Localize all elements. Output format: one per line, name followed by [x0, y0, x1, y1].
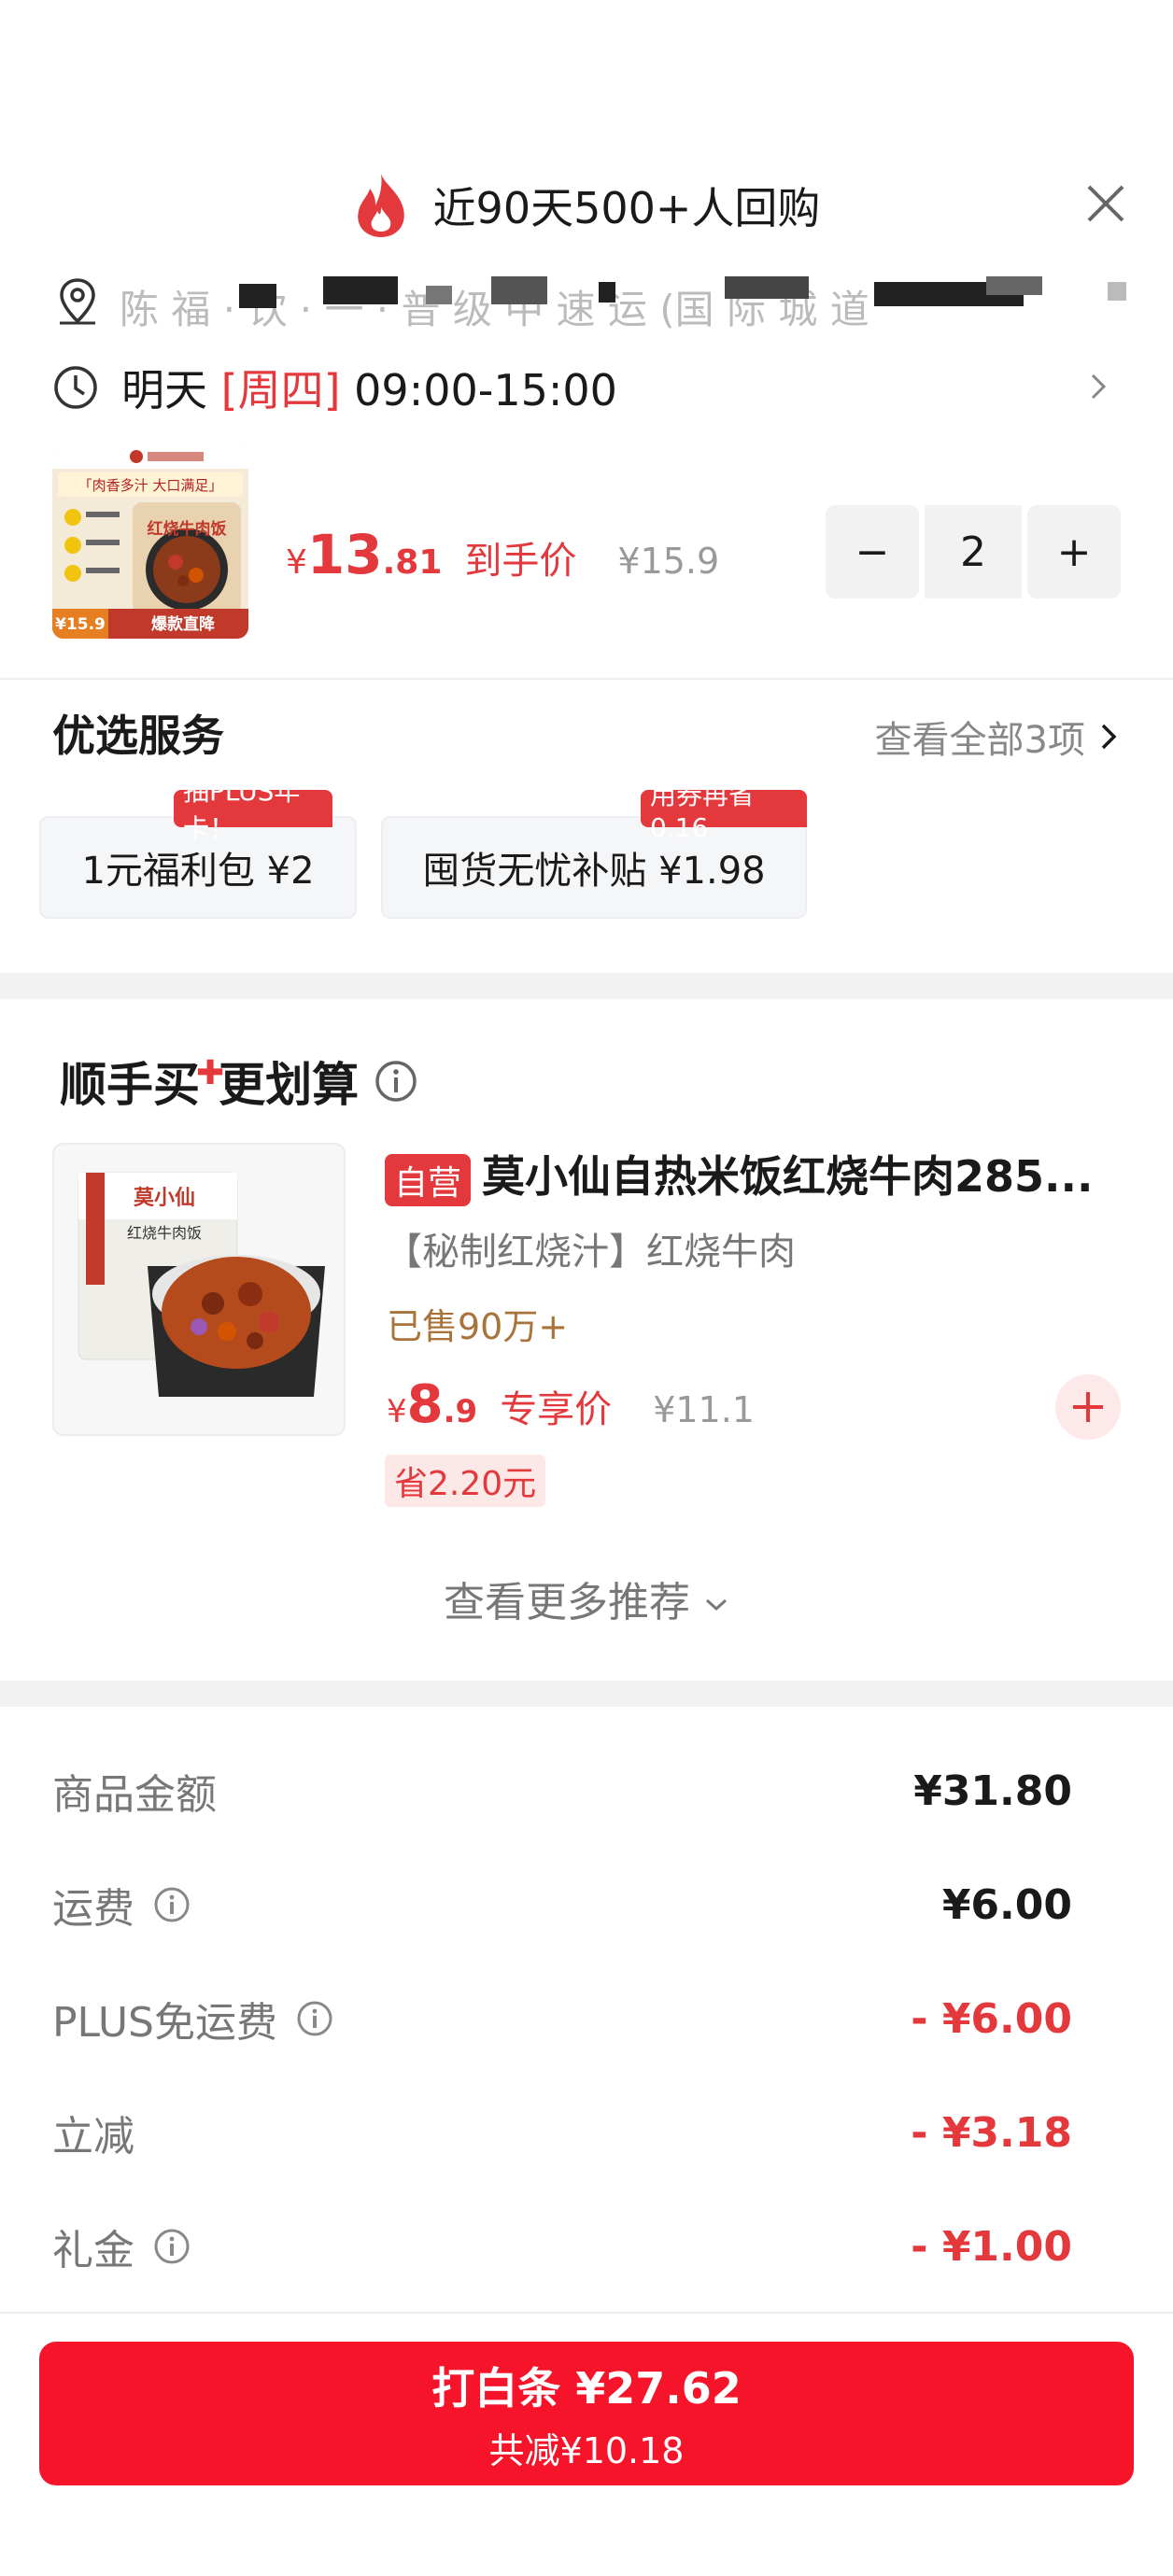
section-gap	[0, 973, 1173, 999]
chevron-down-icon	[705, 1598, 728, 1612]
bundle-product-name[interactable]: 自营 莫小仙自热米饭红烧牛肉285...	[385, 1143, 1123, 1206]
clock-icon	[54, 366, 97, 409]
bundle-title-text: 顺手买✚更划算	[60, 1048, 359, 1115]
info-icon[interactable]	[153, 2228, 191, 2265]
bundle-img-name: 红烧牛肉饭	[127, 1224, 202, 1242]
chevron-right-icon	[1091, 373, 1107, 400]
header-title: 近90天500+人回购	[432, 183, 821, 233]
add-bundle-button[interactable]	[1055, 1374, 1121, 1440]
delivery-day: 明天	[121, 365, 207, 415]
info-icon[interactable]	[374, 1059, 418, 1104]
pay-button[interactable]: 打白条 ¥27.62 共减¥10.18	[39, 2342, 1134, 2485]
service-card-label: 囤货无忧补贴 ¥1.98	[422, 850, 766, 893]
thumb-slogan: 「肉香多汁 大口满足」	[78, 477, 223, 494]
chevron-right-icon	[1101, 724, 1117, 750]
price-decimal: .81	[382, 543, 443, 582]
increment-button[interactable]: +	[1027, 505, 1121, 598]
address-row[interactable]: 陈 福 · 饮 · 一 · 普 级 中 速 运 (国 际 城 道	[52, 276, 1126, 331]
privacy-mask	[491, 276, 547, 304]
price-currency: ¥	[387, 1393, 407, 1430]
price-integer: 13	[306, 523, 383, 586]
bundle-sold-count: 已售90万+	[387, 1306, 569, 1347]
product-thumbnail[interactable]: 「肉香多汁 大口满足」 红烧牛肉饭 ¥15.9 爆款直降	[52, 444, 248, 639]
delivery-time-row[interactable]: 明天 [周四] 09:00-15:00	[52, 355, 1126, 420]
price-integer: 8	[406, 1374, 444, 1435]
header: 近90天500+人回购	[0, 173, 1173, 238]
location-pin-icon	[60, 278, 95, 325]
bundle-title: 顺手买✚更划算	[60, 1048, 418, 1115]
product-image: 「肉香多汁 大口满足」 红烧牛肉饭 ¥15.9 爆款直降	[52, 444, 248, 639]
pay-button-label: 打白条 ¥27.62	[431, 2362, 742, 2414]
quantity-value[interactable]: 2	[925, 505, 1022, 598]
flame-icon	[357, 174, 404, 237]
services-view-all-label: 查看全部3项	[874, 719, 1085, 762]
bundle-product-title: 莫小仙自热米饭红烧牛肉285...	[482, 1151, 1094, 1202]
service-tag: 用券再省0.16	[641, 780, 807, 843]
savings-tag: 省2.20元	[385, 1455, 546, 1507]
summary-row-plus-free-shipping: PLUS免运费 - ¥6.00	[52, 1981, 1072, 2056]
summary-label: PLUS免运费	[52, 1999, 277, 2047]
bundle-title-b: 更划算	[219, 1058, 360, 1112]
bundle-title-a: 顺手买	[60, 1058, 200, 1112]
bundle-price: ¥ 8 .9 专享价 ¥11.1	[387, 1374, 755, 1435]
divider	[0, 678, 1173, 680]
original-price: ¥11.1	[653, 1389, 755, 1430]
summary-value: - ¥6.00	[911, 1994, 1072, 2043]
close-icon[interactable]	[1080, 177, 1132, 230]
plus-icon	[1073, 1392, 1103, 1422]
privacy-mask	[426, 286, 452, 304]
summary-value: - ¥1.00	[911, 2222, 1072, 2271]
summary-row-gift-money: 礼金 - ¥1.00	[52, 2209, 1072, 2284]
delivery-weekday: [周四]	[220, 365, 341, 415]
bundle-img-brand: 莫小仙	[134, 1186, 195, 1210]
info-icon[interactable]	[153, 1886, 191, 1923]
original-price: ¥15.9	[617, 541, 720, 582]
summary-row-instant-discount: 立减 - ¥3.18	[52, 2095, 1072, 2170]
decrement-button[interactable]: −	[826, 505, 919, 598]
thumb-badge: 爆款直降	[151, 614, 216, 634]
bundle-product-subtitle: 【秘制红烧汁】红烧牛肉	[385, 1231, 796, 1274]
privacy-mask	[239, 284, 276, 308]
delivery-time: 09:00-15:00	[354, 365, 617, 415]
privacy-mask	[599, 282, 615, 303]
bundle-image-art: 莫小仙 红烧牛肉饭	[54, 1145, 344, 1434]
product-price: ¥ 13 .81 到手价 ¥15.9	[286, 523, 719, 588]
summary-value: ¥31.80	[913, 1767, 1072, 1815]
services-view-all[interactable]: 查看全部3项	[875, 710, 1119, 764]
services-title: 优选服务	[52, 711, 224, 761]
price-currency: ¥	[286, 543, 307, 582]
more-recommendations[interactable]: 查看更多推荐	[0, 1569, 1173, 1628]
more-recommendations-label: 查看更多推荐	[444, 1579, 690, 1626]
self-operated-tag: 自营	[385, 1153, 472, 1206]
bundle-product-image[interactable]: 莫小仙 红烧牛肉饭	[52, 1143, 346, 1436]
divider	[0, 2312, 1173, 2314]
quantity-stepper: − 2 +	[826, 505, 1121, 598]
summary-row-subtotal: 商品金额 ¥31.80	[52, 1753, 1072, 1828]
summary-label: 立减	[52, 2113, 134, 2161]
summary-label: 运费	[52, 1885, 134, 1933]
info-icon[interactable]	[296, 2000, 333, 2037]
thumb-price: ¥15.9	[55, 615, 106, 634]
summary-value: - ¥3.18	[911, 2108, 1072, 2157]
summary-label: 礼金	[52, 2227, 134, 2274]
privacy-mask	[986, 276, 1042, 295]
summary-label: 商品金额	[52, 1771, 217, 1819]
privacy-mask	[725, 276, 809, 299]
service-tag: 抽PLUS年卡！	[174, 776, 332, 844]
delivery-text: 明天 [周四] 09:00-15:00	[121, 357, 617, 418]
thumb-name: 红烧牛肉饭	[148, 519, 227, 539]
section-gap	[0, 1681, 1173, 1707]
privacy-mask	[1108, 282, 1126, 301]
service-card-label: 1元福利包 ¥2	[81, 850, 315, 893]
price-label: 到手价	[464, 540, 577, 583]
price-decimal: .9	[443, 1393, 478, 1430]
summary-value: ¥6.00	[941, 1880, 1072, 1929]
privacy-mask	[323, 276, 398, 304]
summary-row-shipping: 运费 ¥6.00	[52, 1867, 1072, 1942]
price-label: 专享价	[500, 1388, 613, 1431]
total-saved-label: 共减¥10.18	[488, 2429, 685, 2471]
